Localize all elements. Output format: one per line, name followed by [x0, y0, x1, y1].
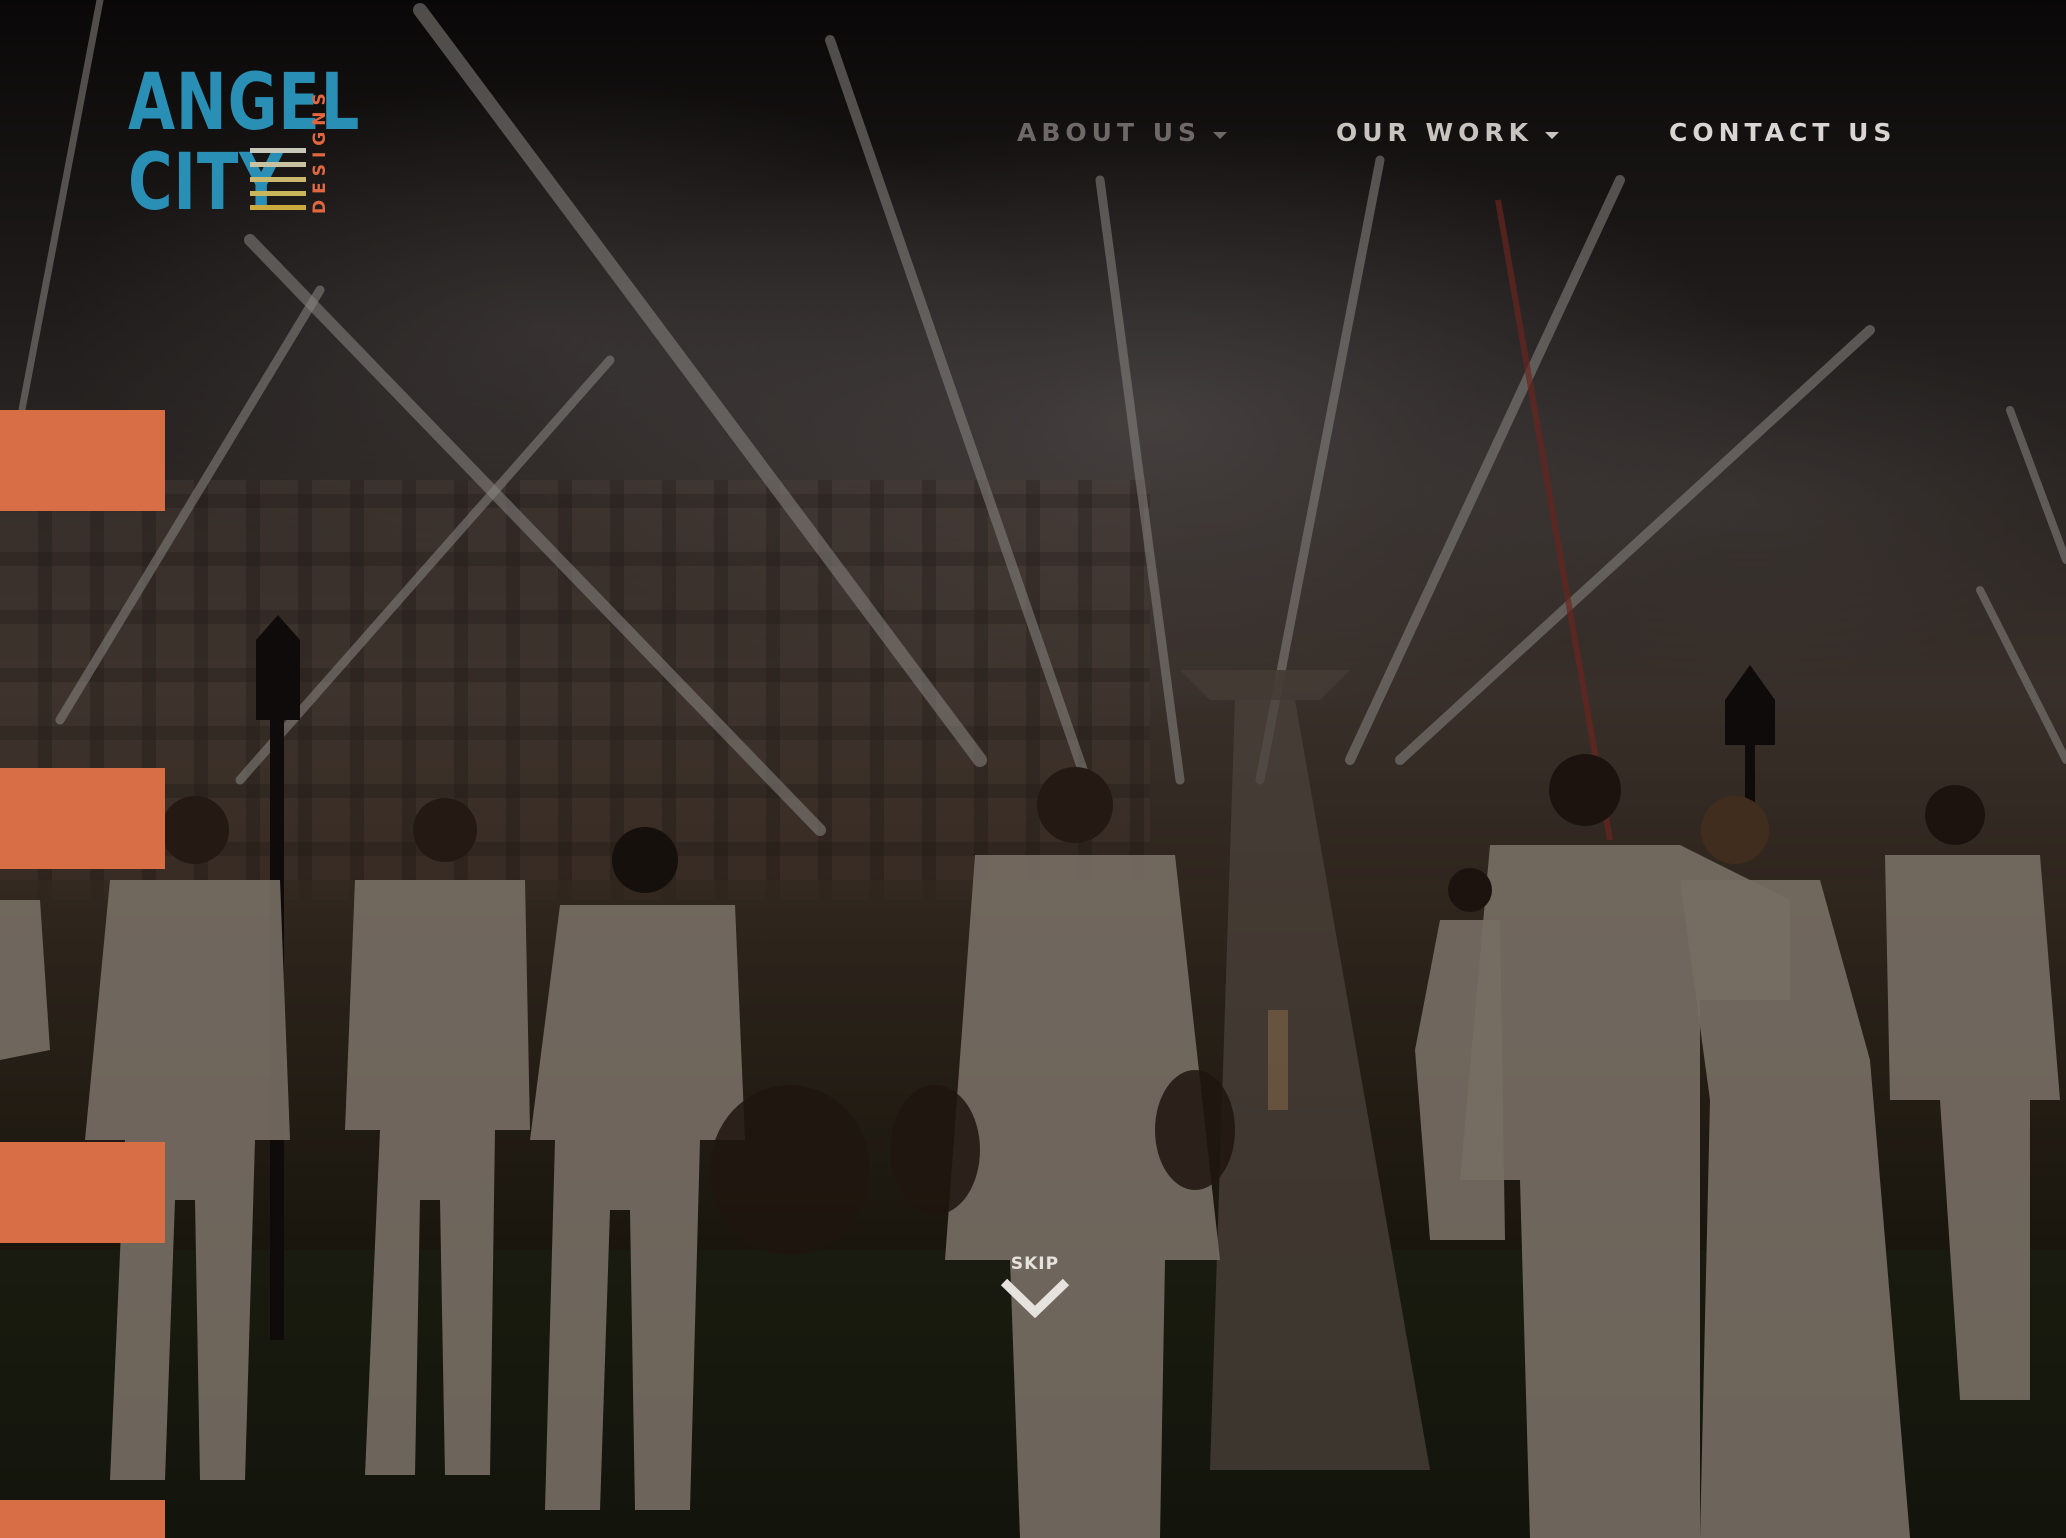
skip-button[interactable]: SKIP — [995, 1254, 1075, 1324]
nav-item-our-work[interactable]: OUR WORK — [1336, 118, 1559, 147]
side-tab-1[interactable] — [0, 410, 165, 511]
nav-item-contact-us[interactable]: CONTACT US — [1669, 118, 1896, 147]
side-tab-3[interactable] — [0, 1142, 165, 1243]
nav-item-about-us[interactable]: ABOUT US — [1017, 118, 1228, 147]
side-tab-4[interactable] — [0, 1500, 165, 1538]
side-tab-2[interactable] — [0, 768, 165, 869]
nav-label-our-work: OUR WORK — [1336, 118, 1533, 147]
nav-label-contact-us: CONTACT US — [1669, 118, 1897, 147]
caret-down-icon — [1544, 132, 1559, 139]
skip-label: SKIP — [1010, 1254, 1060, 1274]
chevron-down-icon — [1000, 1278, 1070, 1318]
nav-label-about-us: ABOUT US — [1017, 118, 1202, 147]
page: ANGEL CITY DESIGNS ABOUT US OUR WORK CON… — [0, 0, 2066, 1538]
main-nav: ABOUT US OUR WORK CONTACT US — [0, 118, 2066, 158]
caret-down-icon — [1213, 132, 1228, 139]
